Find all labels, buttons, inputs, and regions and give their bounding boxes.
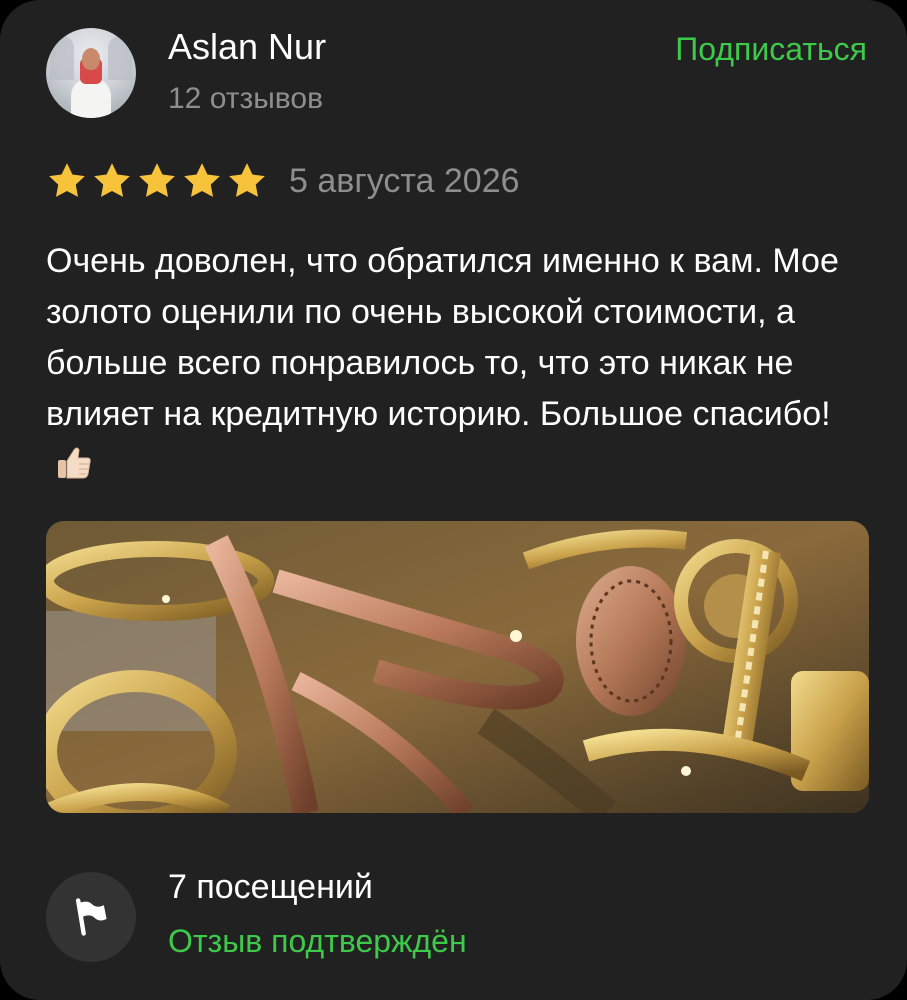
review-photo[interactable]	[46, 521, 869, 813]
review-verified-label: Отзыв подтверждён	[168, 923, 467, 959]
rating-stars	[46, 160, 268, 202]
gold-jewelry-photo	[46, 521, 869, 813]
star-icon	[184, 163, 220, 197]
author-review-count: 12 отзывов	[168, 82, 324, 115]
subscribe-button[interactable]: Подписаться	[675, 31, 867, 68]
review-date: 5 августа 2026	[289, 162, 520, 200]
author-avatar[interactable]	[46, 28, 136, 118]
review-text-body: Очень доволен, что обратился именно к ва…	[46, 242, 839, 433]
review-card: Aslan Nur 12 отзывов Подписаться 5 авгус…	[0, 0, 907, 1000]
star-icon	[229, 163, 265, 197]
flag-icon	[75, 898, 107, 936]
star-icon	[94, 163, 130, 197]
author-name[interactable]: Aslan Nur	[168, 26, 326, 68]
visits-count: 7 посещений	[168, 868, 373, 906]
review-text: Очень доволен, что обратился именно к ва…	[46, 236, 876, 497]
visits-badge	[46, 872, 136, 962]
star-icon	[49, 163, 85, 197]
thumbs-up-icon	[54, 442, 94, 497]
star-icon	[139, 163, 175, 197]
